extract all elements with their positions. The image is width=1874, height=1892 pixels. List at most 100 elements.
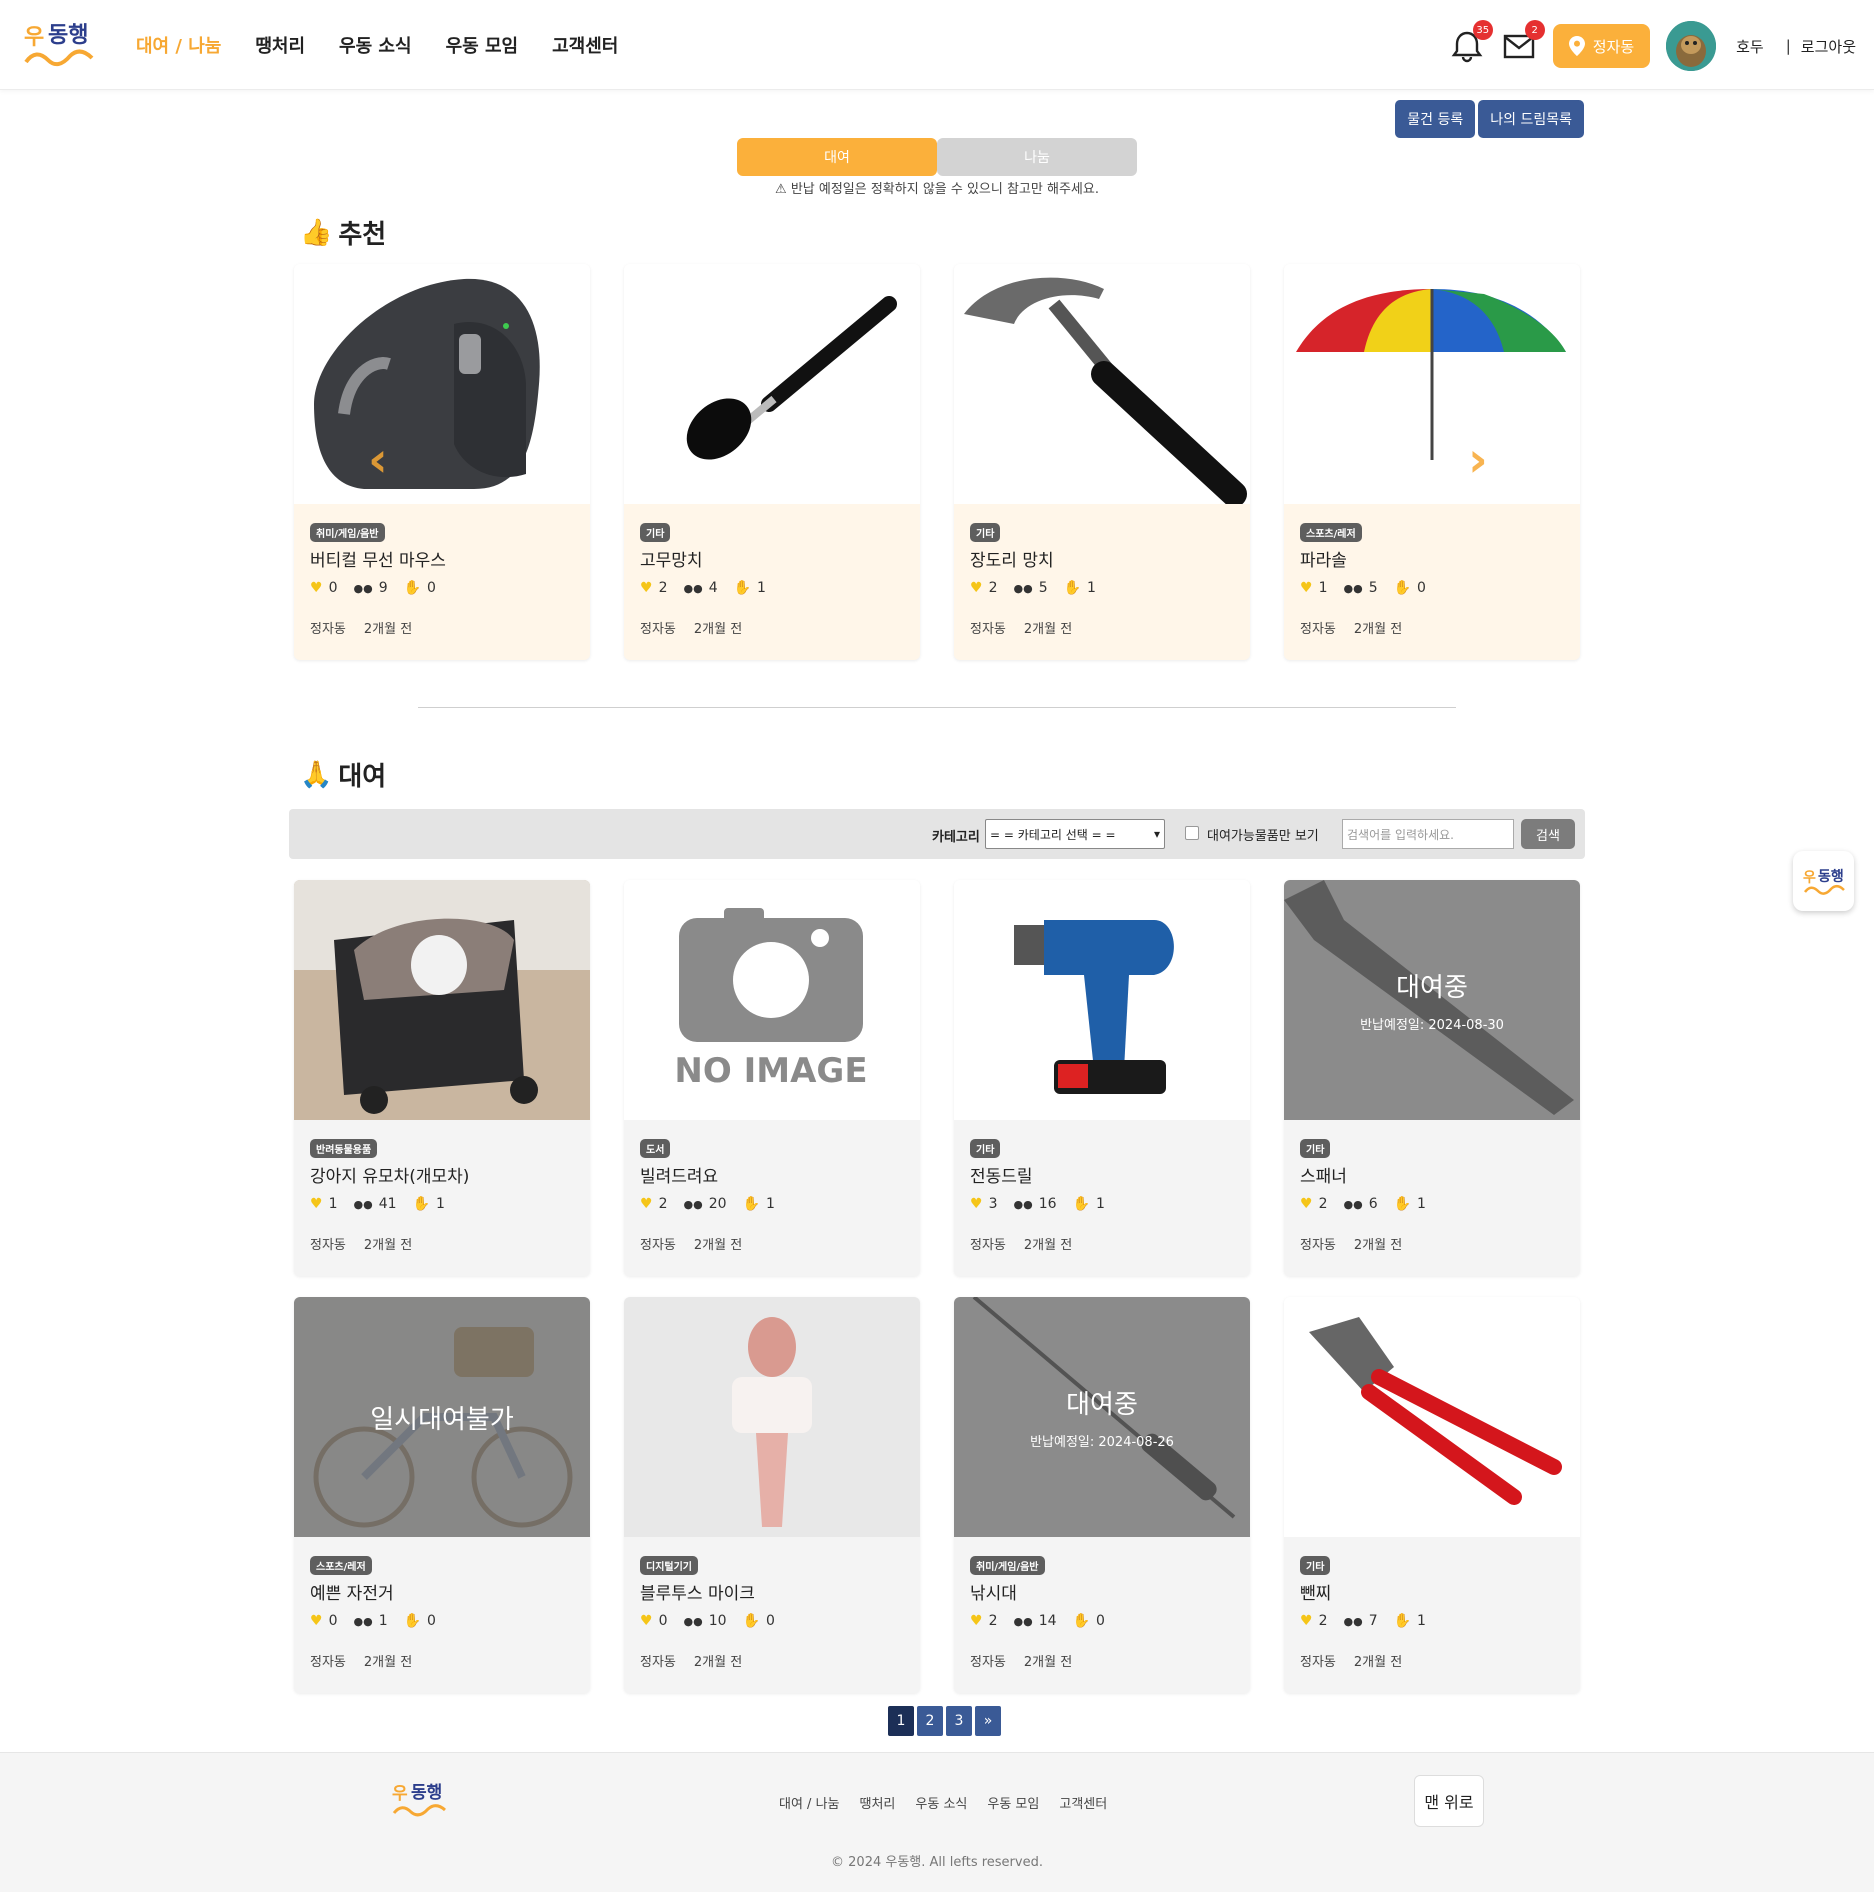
- item-title[interactable]: 강아지 유모차(개모차): [310, 1162, 469, 1187]
- hand-icon: ✋: [742, 1196, 760, 1212]
- item-time: 2개월 전: [1023, 622, 1073, 637]
- recommend-card[interactable]: 스포츠/레저 파라솔 ♥ 1 ●● 5 ✋ 0 정자동 2개월 전: [1284, 264, 1580, 660]
- footer-nav-rent-share[interactable]: 대여 / 나눔: [779, 1793, 840, 1812]
- item-title[interactable]: 예쁜 자전거: [310, 1579, 394, 1604]
- like-count: ♥ 2: [970, 580, 998, 596]
- hand-icon: ✋: [403, 580, 422, 596]
- heart-icon: ♥: [1300, 1196, 1313, 1212]
- notification-button[interactable]: 35: [1449, 20, 1493, 64]
- like-count: ♥ 2: [1300, 1613, 1328, 1629]
- logout-link[interactable]: 로그아웃: [1801, 36, 1856, 57]
- next-page-button[interactable]: »: [975, 1706, 1001, 1736]
- item-location: 정자동: [970, 622, 1006, 637]
- heart-icon: ♥: [970, 580, 983, 596]
- nav-news[interactable]: 우동 소식: [339, 32, 412, 58]
- heart-icon: ♥: [310, 1196, 323, 1212]
- item-title[interactable]: 낚시대: [970, 1579, 1017, 1604]
- item-title[interactable]: 파라솔: [1300, 546, 1347, 571]
- item-time: 2개월 전: [693, 622, 743, 637]
- item-time: 2개월 전: [1353, 1655, 1403, 1670]
- tab-rent[interactable]: 대여: [737, 138, 937, 176]
- category-badge: 스포츠/레저: [1300, 523, 1362, 542]
- item-stats: ♥ 1 ●● 41 ✋ 1: [310, 1196, 445, 1212]
- footer-nav-news[interactable]: 우동 소식: [915, 1793, 967, 1812]
- item-title[interactable]: 빌려드려요: [640, 1162, 718, 1187]
- rental-card[interactable]: 기타 전동드릴 ♥ 3 ●● 16 ✋ 1 정자동 2개월 전: [954, 880, 1250, 1276]
- recommend-card[interactable]: 취미/게임/음반 버티컬 무선 마우스 ♥ 0 ●● 9 ✋ 0 정자동 2개월 전: [294, 264, 590, 660]
- footer-nav-meetups[interactable]: 우동 모임: [987, 1793, 1039, 1812]
- rental-card[interactable]: 디지털기기 블루투스 마이크 ♥ 0 ●● 10 ✋ 0 정자동 2개월 전: [624, 1297, 920, 1693]
- location-button[interactable]: 정자동: [1552, 24, 1651, 68]
- username[interactable]: 호두: [1736, 36, 1764, 57]
- pagination: 1 2 3 »: [888, 1706, 1001, 1736]
- search-input[interactable]: 검색어를 입력하세요.: [1342, 819, 1514, 849]
- item-title[interactable]: 블루투스 마이크: [640, 1579, 755, 1604]
- rental-card[interactable]: NO IMAGE 도서 빌려드려요 ♥ 2 ●● 20 ✋ 1 정자동 2개월 전: [624, 880, 920, 1276]
- item-meta: 정자동 2개월 전: [1300, 618, 1402, 637]
- item-image: [294, 880, 590, 1120]
- nav-support[interactable]: 고객센터: [552, 32, 618, 58]
- view-count: ●● 14: [1013, 1613, 1057, 1629]
- hand-icon: ✋: [1063, 580, 1082, 596]
- svg-text:우: 우: [24, 25, 44, 50]
- mail-button[interactable]: 2: [1501, 20, 1545, 64]
- category-badge: 기타: [1300, 1556, 1331, 1575]
- item-location: 정자동: [310, 622, 346, 637]
- chat-count: ✋ 0: [1072, 1613, 1105, 1629]
- view-count: ●● 20: [683, 1196, 727, 1212]
- item-title[interactable]: 장도리 망치: [970, 546, 1054, 571]
- item-location: 정자동: [1300, 1655, 1336, 1670]
- footer-logo[interactable]: 우 동행: [390, 1779, 452, 1821]
- hand-icon: ✋: [1393, 1613, 1412, 1629]
- view-count: ●● 5: [1343, 580, 1378, 596]
- logo[interactable]: 우 동행: [20, 18, 98, 72]
- rental-card[interactable]: 대여중 반납예정일: 2024-08-30 기타 스패너 ♥ 2 ●● 6 ✋ 1 정…: [1284, 880, 1580, 1276]
- page-2-button[interactable]: 2: [917, 1706, 943, 1736]
- category-select[interactable]: = = 카테고리 선택 = = ▾: [985, 819, 1165, 849]
- item-title[interactable]: 버티컬 무선 마우스: [310, 546, 446, 571]
- item-title[interactable]: 고무망치: [640, 546, 703, 571]
- nav-rent-share[interactable]: 대여 / 나눔: [136, 32, 221, 58]
- item-title[interactable]: 전동드릴: [970, 1162, 1033, 1187]
- item-stats: ♥ 0 ●● 9 ✋ 0: [310, 580, 436, 596]
- rental-card[interactable]: 일시대여불가 스포츠/레저 예쁜 자전거 ♥ 0 ●● 1 ✋ 0 정자동 2개월 전: [294, 1297, 590, 1693]
- footer-nav-clearance[interactable]: 땡처리: [860, 1793, 896, 1812]
- avatar[interactable]: [1666, 21, 1717, 71]
- item-meta: 정자동 2개월 전: [310, 1234, 412, 1253]
- recommend-card[interactable]: 기타 장도리 망치 ♥ 2 ●● 5 ✋ 1 정자동 2개월 전: [954, 264, 1250, 660]
- nav-meetups[interactable]: 우동 모임: [446, 32, 519, 58]
- status-label: 대여중: [1396, 973, 1468, 1003]
- top-actions: 물건 등록 나의 드림목록: [1395, 100, 1584, 138]
- item-time: 2개월 전: [1353, 622, 1403, 637]
- mail-badge: 2: [1524, 20, 1545, 40]
- footer-nav-support[interactable]: 고객센터: [1059, 1793, 1107, 1812]
- category-badge: 기타: [970, 523, 1001, 542]
- tab-share[interactable]: 나눔: [937, 138, 1137, 176]
- page-1-button[interactable]: 1: [888, 1706, 914, 1736]
- available-only-checkbox[interactable]: [1185, 826, 1199, 840]
- available-only-label[interactable]: 대여가능물품만 보기: [1207, 825, 1319, 844]
- carousel-next-arrow-icon[interactable]: ›: [1468, 432, 1488, 488]
- item-location: 정자동: [310, 1655, 346, 1670]
- item-time: 2개월 전: [1023, 1238, 1073, 1253]
- floating-chat-button[interactable]: 우 동행: [1793, 851, 1854, 911]
- item-location: 정자동: [310, 1238, 346, 1253]
- search-button[interactable]: 검색: [1521, 819, 1575, 849]
- item-meta: 정자동 2개월 전: [1300, 1234, 1402, 1253]
- chat-count: ✋ 1: [733, 580, 766, 596]
- item-title[interactable]: 스패너: [1300, 1162, 1347, 1187]
- recommend-card[interactable]: 기타 고무망치 ♥ 2 ●● 4 ✋ 1 정자동 2개월 전: [624, 264, 920, 660]
- my-dreamlist-button[interactable]: 나의 드림목록: [1478, 100, 1584, 138]
- nav-clearance[interactable]: 땡처리: [255, 32, 305, 58]
- register-item-button[interactable]: 물건 등록: [1395, 100, 1476, 138]
- view-count: ●● 41: [353, 1196, 397, 1212]
- item-title[interactable]: 뺀찌: [1300, 1579, 1331, 1604]
- scroll-top-button[interactable]: 맨 위로: [1414, 1775, 1484, 1827]
- item-image: 대여중 반납예정일: 2024-08-30: [1284, 880, 1580, 1120]
- rental-card[interactable]: 대여중 반납예정일: 2024-08-26 취미/게임/음반 낚시대 ♥ 2 ●●…: [954, 1297, 1250, 1693]
- rental-card[interactable]: 기타 뺀찌 ♥ 2 ●● 7 ✋ 1 정자동 2개월 전: [1284, 1297, 1580, 1693]
- page-3-button[interactable]: 3: [946, 1706, 972, 1736]
- item-time: 2개월 전: [693, 1238, 743, 1253]
- rental-card[interactable]: 반려동물용품 강아지 유모차(개모차) ♥ 1 ●● 41 ✋ 1 정자동 2개월 전: [294, 880, 590, 1276]
- carousel-prev-arrow-icon[interactable]: ‹: [368, 432, 388, 488]
